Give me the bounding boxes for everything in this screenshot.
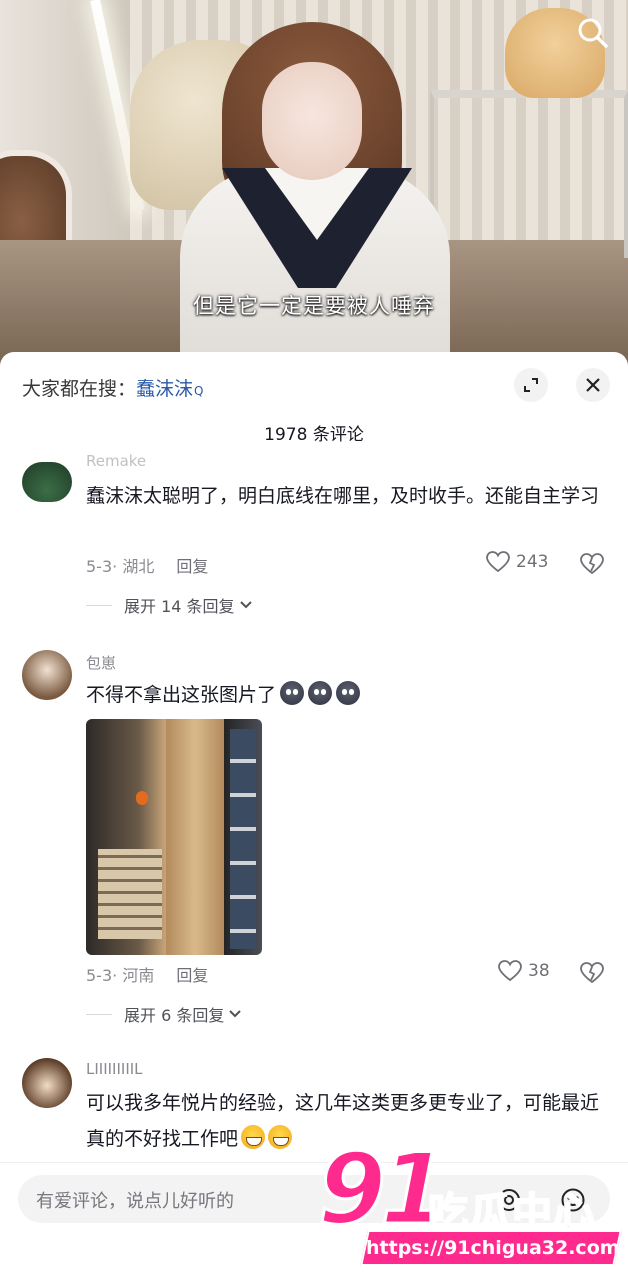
watermark-number: 91 bbox=[316, 1133, 449, 1247]
close-button[interactable] bbox=[576, 368, 610, 402]
expand-replies-label: 展开 14 条回复 bbox=[124, 597, 235, 616]
comment-text: 不得不拿出这张图片了 bbox=[86, 677, 606, 713]
comment-location: · 河南 bbox=[112, 966, 155, 985]
reply-button[interactable]: 回复 bbox=[176, 557, 208, 576]
watermark-url: https://91chigua32.com bbox=[366, 1237, 620, 1259]
emoji-icon bbox=[308, 681, 333, 705]
hot-search-prefix: 大家都在搜： bbox=[22, 378, 137, 400]
like-count: 38 bbox=[528, 961, 550, 981]
search-icon[interactable] bbox=[576, 16, 610, 50]
expand-icon bbox=[524, 378, 538, 392]
like-count: 243 bbox=[516, 552, 549, 572]
comment-meta: 5-3· 湖北 回复 bbox=[86, 553, 208, 577]
avatar[interactable] bbox=[22, 462, 72, 502]
hot-search-bar[interactable]: 大家都在搜：蠢沫沫Q bbox=[22, 374, 203, 401]
comment-username[interactable]: 包崽 bbox=[86, 652, 116, 673]
expand-replies-button[interactable]: 展开 6 条回复 bbox=[86, 1002, 242, 1026]
grin-emoji-icon bbox=[241, 1125, 266, 1149]
chevron-down-icon bbox=[229, 1010, 242, 1018]
photo-shop-sign bbox=[166, 719, 224, 955]
expand-replies-button[interactable]: 展开 14 条回复 bbox=[86, 593, 253, 617]
comment-username[interactable]: Remake bbox=[86, 452, 146, 470]
hot-search-mark: Q bbox=[194, 384, 204, 398]
heart-icon bbox=[486, 551, 510, 573]
photo-windows bbox=[230, 729, 256, 949]
grin-emoji-icon bbox=[268, 1125, 293, 1149]
comment-image[interactable] bbox=[86, 719, 262, 955]
dislike-icon[interactable] bbox=[580, 961, 604, 985]
comment-item: 包崽 不得不拿出这张图片了 5-3· 河南 回复 38 展开 6 条回复 bbox=[0, 640, 628, 1040]
avatar[interactable] bbox=[22, 1058, 72, 1108]
divider bbox=[86, 604, 112, 606]
like-button[interactable]: 38 bbox=[498, 960, 550, 982]
heart-icon bbox=[498, 960, 522, 982]
photo-shutter bbox=[98, 849, 162, 939]
emoji-icon bbox=[336, 681, 361, 705]
watermark-url-badge: https://91chigua32.com bbox=[360, 1230, 622, 1266]
emoji-icon bbox=[280, 681, 305, 705]
reply-button[interactable]: 回复 bbox=[176, 966, 208, 985]
dislike-icon[interactable] bbox=[580, 552, 604, 576]
photo-lantern bbox=[136, 791, 148, 805]
expand-button[interactable] bbox=[514, 368, 548, 402]
avatar[interactable] bbox=[22, 650, 72, 700]
comment-date: 5-3 bbox=[86, 557, 113, 576]
comment-username[interactable]: LIIIIIIIIIL bbox=[86, 1060, 143, 1078]
comment-item: Remake 蠢沫沫太聪明了，明白底线在哪里，及时收手。还能自主学习 5-3· … bbox=[0, 440, 628, 630]
video-player[interactable]: 但是它一定是要被人唾弃 bbox=[0, 0, 628, 372]
comment-input-placeholder: 有爱评论，说点儿好听的 bbox=[36, 1191, 234, 1212]
comment-meta: 5-3· 河南 回复 bbox=[86, 962, 208, 986]
site-watermark: 91 吃瓜中心 https://91chigua32.com bbox=[316, 1133, 624, 1268]
comment-location: · 湖北 bbox=[112, 557, 155, 576]
comment-text-body: 不得不拿出这张图片了 bbox=[86, 684, 277, 706]
like-button[interactable]: 243 bbox=[486, 551, 548, 573]
expand-replies-label: 展开 6 条回复 bbox=[124, 1006, 225, 1025]
hot-search-link[interactable]: 蠢沫沫 bbox=[136, 378, 193, 400]
comment-date: 5-3 bbox=[86, 966, 113, 985]
comment-text: 蠢沫沫太聪明了，明白底线在哪里，及时收手。还能自主学习 bbox=[86, 485, 600, 507]
chevron-down-icon bbox=[239, 601, 252, 609]
close-icon bbox=[586, 378, 600, 392]
video-side-table bbox=[430, 90, 628, 258]
video-person-face bbox=[262, 62, 362, 180]
divider bbox=[86, 1013, 112, 1015]
video-subtitle: 但是它一定是要被人唾弃 bbox=[193, 294, 435, 318]
